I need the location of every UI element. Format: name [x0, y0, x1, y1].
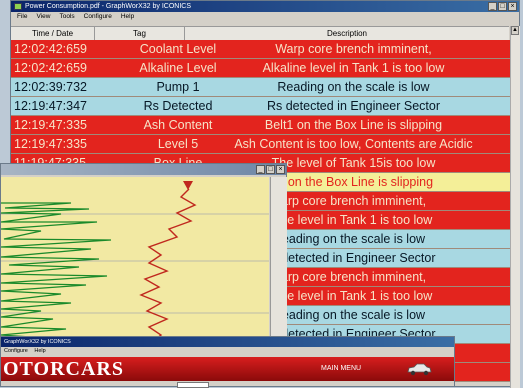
close-button[interactable]: ×: [508, 2, 517, 11]
table-row[interactable]: 12:02:42:659 Alkaline Level Alkaline level…: [11, 59, 510, 78]
alarm-description-cell: Rs detected in Engineer Sector: [266, 99, 441, 113]
table-row[interactable]: 12:19:47:347 Rs Detected Rs detected in En…: [11, 97, 510, 116]
menu-help[interactable]: Help: [121, 13, 134, 20]
table-row[interactable]: 12:19:47:335 Ash Content Belt1 on the Box …: [11, 116, 510, 135]
column-header-time[interactable]: Time / Date: [11, 27, 95, 41]
trend-scrollbar[interactable]: [270, 177, 287, 343]
menu-window: GraphWorX32 by ICONICS Configure Help OT…: [0, 336, 455, 388]
menu-tools[interactable]: Tools: [59, 13, 74, 20]
main-menu-button[interactable]: MAIN MENU: [321, 357, 361, 381]
alarm-description-cell: Belt1 on the Box Line is slipping: [264, 118, 443, 132]
menu-input-field[interactable]: [177, 382, 209, 388]
app-icon: [14, 3, 22, 10]
trend-title-bar: _ □ ×: [1, 164, 286, 175]
alarm-time-cell: 12:02:42:659: [14, 42, 87, 56]
table-row[interactable]: 12:19:47:335 Level 5 Ash Content is too lo…: [11, 135, 510, 154]
trend-minimize-button[interactable]: _: [256, 165, 265, 174]
vertical-scrollbar[interactable]: ▲: [510, 26, 520, 388]
trend-plot-area[interactable]: [1, 177, 269, 343]
green-trace: [1, 202, 112, 338]
window-title: Power Consumption.pdf - GraphWorX32 by I…: [25, 3, 191, 10]
menu-configure[interactable]: Configure: [4, 348, 28, 354]
alarm-description-cell: Ash Content is too low, Contents are Aci…: [234, 137, 473, 151]
red-trace: [139, 188, 197, 343]
car-icon[interactable]: [406, 362, 432, 376]
alarm-time-cell: 12:02:42:659: [14, 61, 87, 75]
alarm-time-cell: 12:02:39:732: [14, 80, 87, 94]
alarm-description-cell: Warp core brench imminent,: [275, 42, 432, 56]
alarm-description-cell: Alkaline level in Tank 1 is too low: [262, 61, 445, 75]
minimize-button[interactable]: _: [488, 2, 497, 11]
alarm-time-cell: 12:19:47:335: [14, 137, 87, 151]
menu-bar: File View Tools Configure Help: [11, 12, 519, 22]
trend-close-button[interactable]: ×: [276, 165, 285, 174]
menu-help[interactable]: Help: [34, 348, 45, 354]
trend-maximize-button[interactable]: □: [266, 165, 275, 174]
menu-configure[interactable]: Configure: [84, 13, 112, 20]
menu-file[interactable]: File: [17, 13, 27, 20]
column-header-description[interactable]: Description: [185, 27, 509, 41]
table-row[interactable]: 12:02:42:659 Coolant Level Warp core brenc…: [11, 40, 510, 59]
maximize-button[interactable]: □: [498, 2, 507, 11]
title-bar: Power Consumption.pdf - GraphWorX32 by I…: [11, 1, 519, 12]
table-row[interactable]: 12:02:39:732 Pump 1 Reading on the scale i…: [11, 78, 510, 97]
cursor-marker-icon[interactable]: [183, 181, 193, 190]
menu-window-menubar: Configure Help: [1, 347, 454, 356]
column-header-tag[interactable]: Tag: [95, 27, 185, 41]
alarm-time-cell: 12:19:47:347: [14, 99, 87, 113]
brand-banner: OTORCARS MAIN MENU: [1, 357, 454, 381]
menu-window-title: GraphWorX32 by ICONICS: [4, 339, 71, 345]
trend-window: _ □ ×: [0, 163, 287, 343]
menu-title-bar: GraphWorX32 by ICONICS: [1, 337, 454, 347]
menu-view[interactable]: View: [36, 13, 50, 20]
scroll-up-arrow-icon[interactable]: ▲: [511, 26, 519, 35]
alarm-time-cell: 12:19:47:335: [14, 118, 87, 132]
trend-graph: [1, 181, 269, 343]
brand-logo-text: OTORCARS: [3, 358, 124, 380]
alarm-description-cell: Reading on the scale is low: [277, 80, 430, 94]
